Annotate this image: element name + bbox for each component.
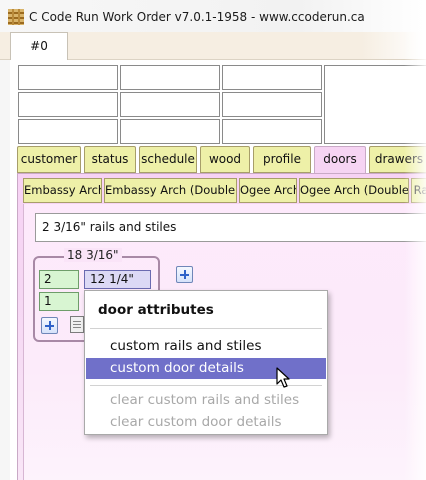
header-field[interactable] [18, 119, 118, 144]
menu-item-clear-custom-rails-and-stiles: clear custom rails and stiles [110, 392, 300, 408]
tab-embassy-arch-double[interactable]: Embassy Arch (Double) [104, 178, 237, 203]
window-title: C Code Run Work Order v7.0.1-1958 - www.… [29, 10, 365, 24]
document-tab-strip: #0 [0, 32, 426, 61]
app-icon [8, 9, 24, 25]
header-field[interactable] [120, 65, 220, 90]
door-width-label: 18 3/16" [64, 248, 122, 262]
door-height-field[interactable]: 12 1/4" [84, 270, 151, 289]
header-field[interactable] [222, 92, 322, 117]
add-column-icon[interactable] [176, 266, 193, 283]
header-field[interactable] [222, 119, 322, 144]
menu-separator [90, 328, 322, 329]
add-door-icon[interactable] [41, 317, 58, 334]
app-window: C Code Run Work Order v7.0.1-1958 - www.… [0, 0, 426, 480]
tab-doors[interactable]: doors [314, 146, 366, 174]
tab-profile[interactable]: profile [253, 146, 311, 173]
menu-item-clear-custom-door-details: clear custom door details [110, 414, 282, 430]
tab-raised[interactable]: Ra [411, 178, 426, 203]
rails-and-stiles-field[interactable]: 2 3/16" rails and stiles [35, 213, 426, 242]
notes-field[interactable] [324, 65, 426, 144]
tab-drawers[interactable]: drawers [369, 146, 426, 173]
header-field[interactable] [120, 119, 220, 144]
door-style-tab-bar: Embassy Arch Embassy Arch (Double) Ogee … [23, 178, 426, 204]
door-details-icon[interactable] [70, 316, 84, 333]
tab-embassy-arch[interactable]: Embassy Arch [23, 178, 102, 203]
door-attributes-menu: door attributes custom rails and stiles … [84, 290, 328, 435]
document-tab-0[interactable]: #0 [10, 32, 68, 61]
quantity-field-2[interactable]: 1 [39, 292, 79, 311]
tab-schedule[interactable]: schedule [139, 146, 197, 173]
header-field[interactable] [18, 92, 118, 117]
quantity-field[interactable]: 2 [39, 270, 79, 289]
category-tab-bar: customer status schedule wood profile do… [17, 146, 426, 174]
tab-ogee-arch-double[interactable]: Ogee Arch (Double) [299, 178, 409, 203]
menu-title: door attributes [98, 302, 214, 318]
mouse-pointer-icon [276, 367, 290, 388]
tab-customer[interactable]: customer [17, 146, 81, 173]
tab-wood[interactable]: wood [200, 146, 250, 173]
tab-status[interactable]: status [84, 146, 136, 173]
tab-ogee-arch[interactable]: Ogee Arch [239, 178, 297, 203]
header-field[interactable] [222, 65, 322, 90]
menu-item-custom-rails-and-stiles[interactable]: custom rails and stiles [86, 336, 326, 357]
header-field[interactable] [120, 92, 220, 117]
title-bar: C Code Run Work Order v7.0.1-1958 - www.… [0, 0, 426, 32]
header-field[interactable] [18, 65, 118, 90]
